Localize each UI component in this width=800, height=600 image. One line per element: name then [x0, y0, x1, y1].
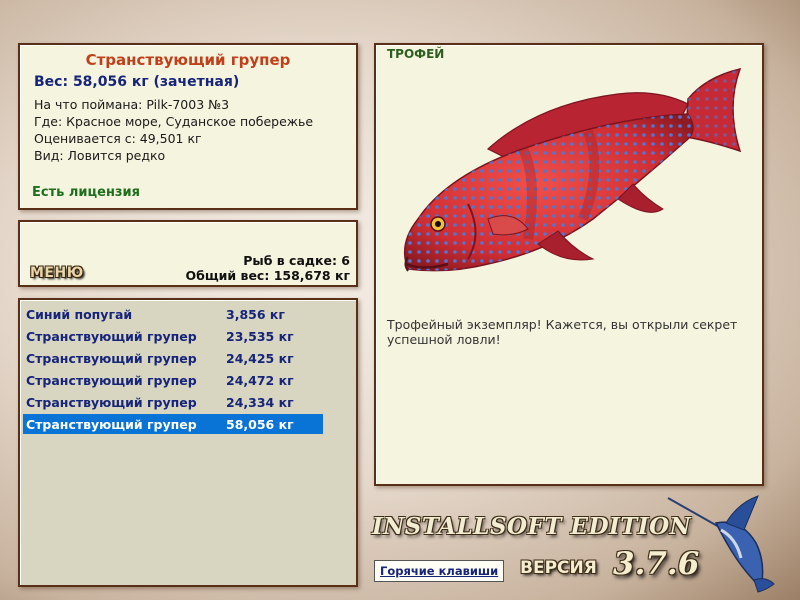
min-weight-line: Оценивается с: 49,501 кг: [34, 131, 202, 146]
trophy-panel: ТРОФЕЙ Трофейный экземпляр! Кажется, вы …: [374, 43, 764, 486]
catch-weight: 58,056 кг: [226, 417, 294, 432]
catch-weight: 3,856 кг: [226, 307, 285, 322]
menu-button[interactable]: МЕНЮ: [30, 265, 84, 281]
catch-name: Странствующий групер: [26, 351, 197, 366]
catch-name: Странствующий групер: [26, 329, 197, 344]
fish-weight: Вес: 58,056 кг (зачетная): [34, 74, 240, 90]
catch-weight: 24,425 кг: [226, 351, 294, 366]
grouper-fish-illustration: [403, 67, 742, 272]
bait-line: На что поймана: Pilk-7003 №3: [34, 97, 230, 112]
catch-name: Странствующий групер: [26, 395, 197, 410]
catch-weight: 23,535 кг: [226, 329, 294, 344]
catch-name: Странствующий групер: [26, 373, 197, 388]
total-weight: Общий вес: 158,678 кг: [185, 268, 351, 283]
catch-weight: 24,334 кг: [226, 395, 294, 410]
rarity-line: Вид: Ловится редко: [34, 148, 166, 163]
catch-row[interactable]: Странствующий групер 24,334 кг: [23, 392, 323, 412]
catch-name: Странствующий групер: [26, 417, 197, 432]
catch-weight: 24,472 кг: [226, 373, 294, 388]
edition-logo: INSTALLSOFT EDITION: [372, 513, 692, 540]
keepnet-stats: Рыб в садке: 6 Общий вес: 158,678 кг: [186, 253, 351, 283]
catch-row-selected[interactable]: Странствующий групер 58,056 кг: [23, 414, 323, 434]
catch-row[interactable]: Синий попугай 3,856 кг: [23, 304, 323, 324]
version-label: ВЕРСИЯ: [520, 558, 597, 578]
trophy-message: Трофейный экземпляр! Кажется, вы открыли…: [387, 317, 738, 347]
keepnet-summary-panel: МЕНЮ Рыб в садке: 6 Общий вес: 158,678 к…: [18, 220, 358, 287]
catch-row[interactable]: Странствующий групер 24,425 кг: [23, 348, 323, 368]
license-status: Есть лицензия: [32, 185, 140, 200]
catch-row[interactable]: Странствующий групер 24,472 кг: [23, 370, 323, 390]
hotkeys-button[interactable]: Горячие клавиши: [374, 560, 505, 582]
catch-list: Синий попугай 3,856 кг Странствующий гру…: [18, 298, 358, 587]
catch-name: Синий попугай: [26, 307, 133, 322]
location-line: Где: Красное море, Суданское побережье: [34, 114, 314, 129]
fish-info-panel: Странствующий групер Вес: 58,056 кг (зач…: [18, 43, 358, 210]
catch-row[interactable]: Странствующий групер 23,535 кг: [23, 326, 323, 346]
fish-title: Странствующий групер: [85, 51, 291, 69]
fish-count: Рыб в садке: 6: [243, 253, 350, 268]
marlin-icon: [667, 495, 775, 593]
